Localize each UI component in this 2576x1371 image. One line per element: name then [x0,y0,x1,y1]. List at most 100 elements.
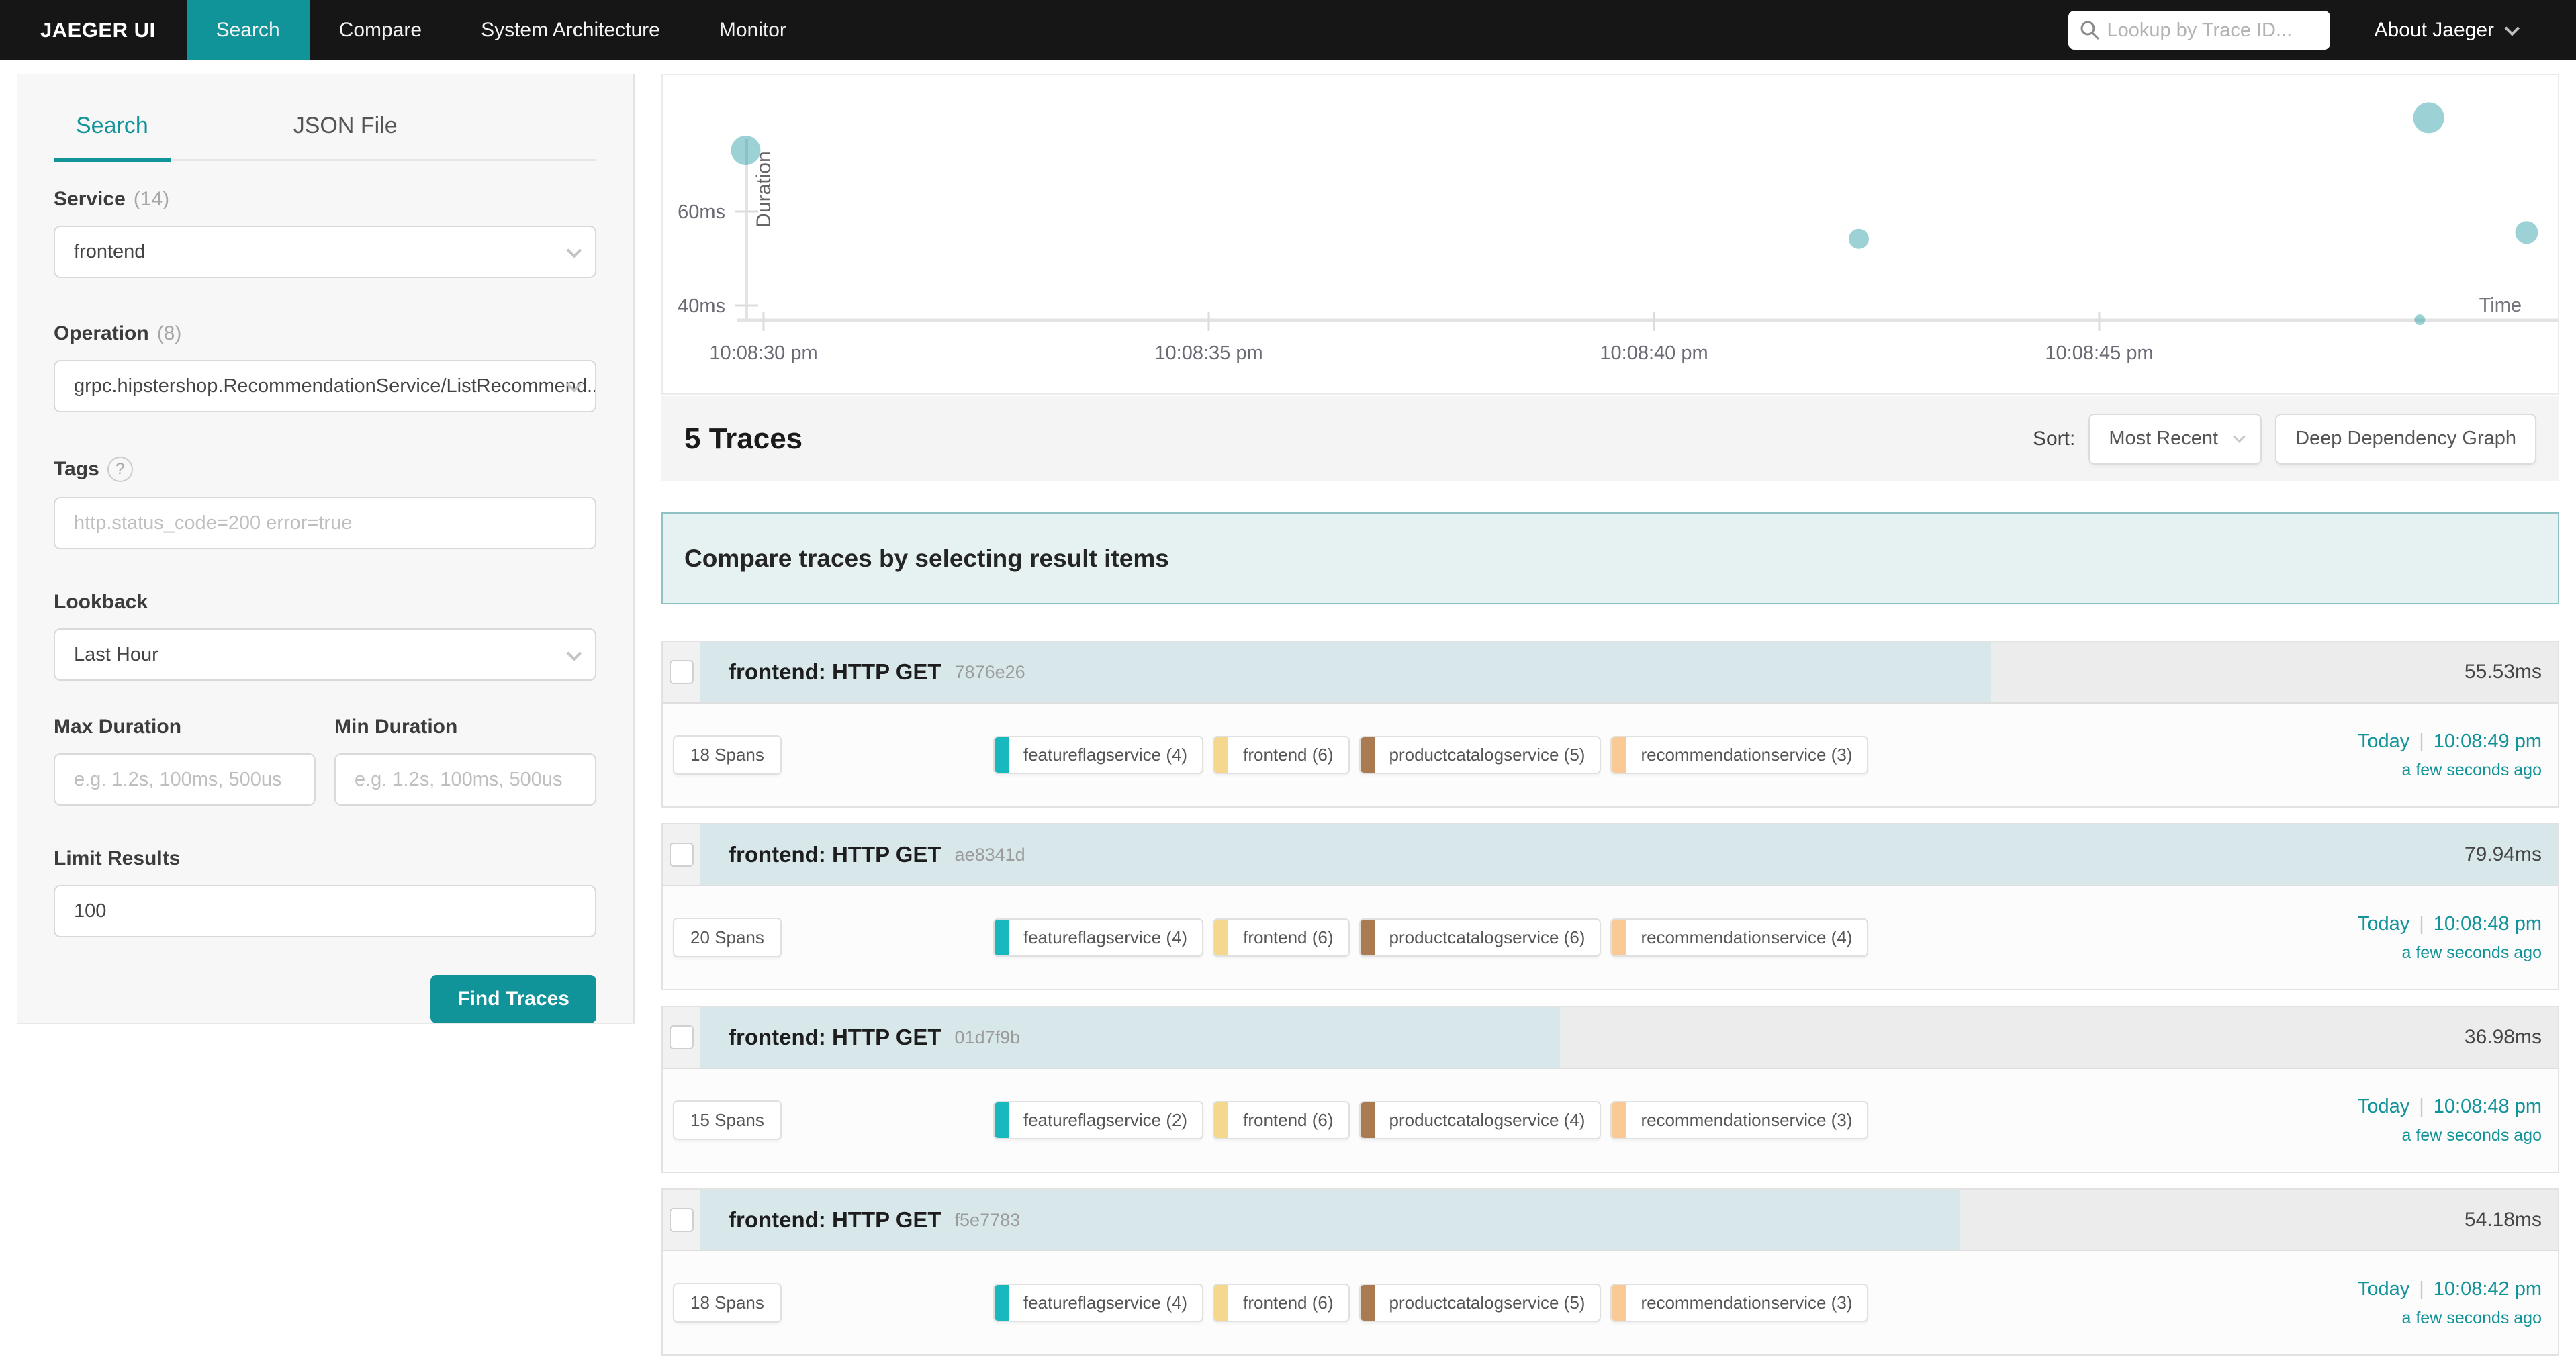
chevron-down-icon [2233,430,2245,442]
results-header: 5 Traces Sort: Most Recent Deep Dependen… [661,396,2559,481]
service-badge[interactable]: recommendationservice (4) [1610,918,1868,957]
svg-text:60ms: 60ms [678,201,725,223]
service-count: (14) [134,188,169,211]
service-badge[interactable]: featureflagservice (4) [993,1284,1203,1322]
timestamp-separator: | [2419,1096,2424,1118]
operation-select[interactable]: grpc.hipstershop.RecommendationService/L… [54,360,596,412]
sort-select[interactable]: Most Recent [2088,414,2262,465]
trace-card-header[interactable]: frontend: HTTP GET f5e7783 54.18ms [663,1190,2558,1251]
min-duration-field [334,753,596,806]
tags-field [54,497,596,549]
compare-banner: Compare traces by selecting result items [661,512,2559,604]
limit-results-field [54,885,596,937]
svg-text:10:08:35 pm: 10:08:35 pm [1154,342,1262,364]
trace-lookup-input[interactable] [2068,11,2330,50]
trace-card[interactable]: frontend: HTTP GET 01d7f9b 36.98ms 15 Sp… [661,1006,2559,1173]
max-duration-input[interactable] [74,769,295,791]
nav-item-system-architecture[interactable]: System Architecture [451,0,690,60]
nav-spacer [816,0,2068,60]
trace-checkbox[interactable] [670,1208,694,1232]
span-count-chip[interactable]: 20 Spans [673,918,782,957]
find-traces-row: Find Traces [54,975,596,1023]
trace-time: 10:08:48 pm [2434,1096,2542,1118]
service-badge[interactable]: frontend (6) [1213,1101,1349,1139]
service-color-strip [995,737,1009,773]
tags-group: Tags ? [54,457,596,549]
sort-label: Sort: [2033,428,2075,451]
trace-card-header[interactable]: frontend: HTTP GET ae8341d 79.94ms [663,824,2558,886]
about-jaeger-menu[interactable]: About Jaeger [2375,0,2576,60]
service-color-strip [1361,1102,1375,1138]
tab-json-file[interactable]: JSON File [271,113,420,159]
trace-checkbox[interactable] [670,1025,694,1049]
limit-results-label: Limit Results [54,847,596,870]
service-color-strip [1612,737,1626,773]
span-count-chip[interactable]: 15 Spans [673,1100,782,1140]
service-color-strip [995,1102,1009,1138]
duration-group: Max Duration Min Duration [54,716,596,806]
nav-item-search[interactable]: Search [187,0,310,60]
span-count-chip[interactable]: 18 Spans [673,735,782,775]
trace-lookup-box [2068,11,2330,50]
min-duration-input[interactable] [355,769,576,791]
service-badge[interactable]: frontend (6) [1213,736,1349,774]
trace-card-body: 15 Spans featureflagservice (2) frontend… [663,1069,2558,1172]
trace-card[interactable]: frontend: HTTP GET 7876e26 55.53ms 18 Sp… [661,641,2559,808]
find-traces-button[interactable]: Find Traces [430,975,596,1023]
service-badge[interactable]: featureflagservice (2) [993,1101,1203,1139]
service-badge[interactable]: productcatalogservice (5) [1359,736,1602,774]
deep-dependency-graph-button[interactable]: Deep Dependency Graph [2275,414,2536,465]
help-icon[interactable]: ? [107,457,133,482]
service-badge[interactable]: productcatalogservice (5) [1359,1284,1602,1322]
trace-checkbox[interactable] [670,660,694,684]
trace-card-header[interactable]: frontend: HTTP GET 01d7f9b 36.98ms [663,1007,2558,1069]
service-select[interactable]: frontend [54,226,596,278]
trace-id: f5e7783 [955,1210,1021,1231]
trace-results-list: frontend: HTTP GET 7876e26 55.53ms 18 Sp… [661,641,2559,1371]
trace-timestamp: Today | 10:08:48 pm a few seconds ago [2358,1096,2542,1145]
trace-checkbox[interactable] [670,843,694,867]
span-count-chip[interactable]: 18 Spans [673,1283,782,1323]
lookback-select[interactable]: Last Hour [54,628,596,681]
lookback-label: Lookback [54,591,596,614]
trace-head-content: frontend: HTTP GET 01d7f9b 36.98ms [729,1007,2542,1068]
trace-card-header[interactable]: frontend: HTTP GET 7876e26 55.53ms [663,642,2558,704]
service-badge[interactable]: recommendationservice (3) [1610,1284,1868,1322]
min-duration-col: Min Duration [334,716,596,806]
service-badge[interactable]: recommendationservice (3) [1610,736,1868,774]
tags-input[interactable] [74,512,576,534]
operation-value: grpc.hipstershop.RecommendationService/L… [74,375,596,397]
trace-duration: 54.18ms [2465,1209,2542,1231]
trace-time: 10:08:49 pm [2434,730,2542,753]
service-color-strip [1361,920,1375,955]
tab-search[interactable]: Search [54,113,171,162]
service-badge[interactable]: featureflagservice (4) [993,736,1203,774]
service-badge[interactable]: featureflagservice (4) [993,918,1203,957]
service-color-strip [1361,1285,1375,1321]
chevron-down-icon [567,646,582,661]
svg-text:Duration: Duration [753,151,775,227]
trace-card[interactable]: frontend: HTTP GET ae8341d 79.94ms 20 Sp… [661,823,2559,990]
service-color-strip [1214,1102,1228,1138]
nav-item-compare[interactable]: Compare [310,0,451,60]
trace-title: frontend: HTTP GET [729,1207,941,1233]
limit-results-input[interactable] [74,900,576,923]
service-badges: featureflagservice (4) frontend (6) prod… [993,918,1869,957]
service-badge[interactable]: recommendationservice (3) [1610,1101,1868,1139]
service-badge[interactable]: frontend (6) [1213,1284,1349,1322]
service-badge[interactable]: frontend (6) [1213,918,1349,957]
results-controls: Sort: Most Recent Deep Dependency Graph [2033,414,2536,465]
scatterplot-svg[interactable]: 60ms40ms10:08:30 pm10:08:35 pm10:08:40 p… [663,75,2558,393]
trace-relative-time: a few seconds ago [2358,1126,2542,1145]
timestamp-separator: | [2419,1278,2424,1301]
service-badge[interactable]: productcatalogservice (6) [1359,918,1602,957]
service-badge[interactable]: productcatalogservice (4) [1359,1101,1602,1139]
sidebar-tabs: Search JSON File [54,74,596,161]
trace-card-body: 20 Spans featureflagservice (4) frontend… [663,886,2558,989]
trace-head-content: frontend: HTTP GET ae8341d 79.94ms [729,824,2542,885]
svg-text:10:08:40 pm: 10:08:40 pm [1600,342,1708,364]
trace-card[interactable]: frontend: HTTP GET f5e7783 54.18ms 18 Sp… [661,1188,2559,1356]
max-duration-col: Max Duration [54,716,316,806]
trace-title: frontend: HTTP GET [729,659,941,685]
nav-item-monitor[interactable]: Monitor [690,0,816,60]
